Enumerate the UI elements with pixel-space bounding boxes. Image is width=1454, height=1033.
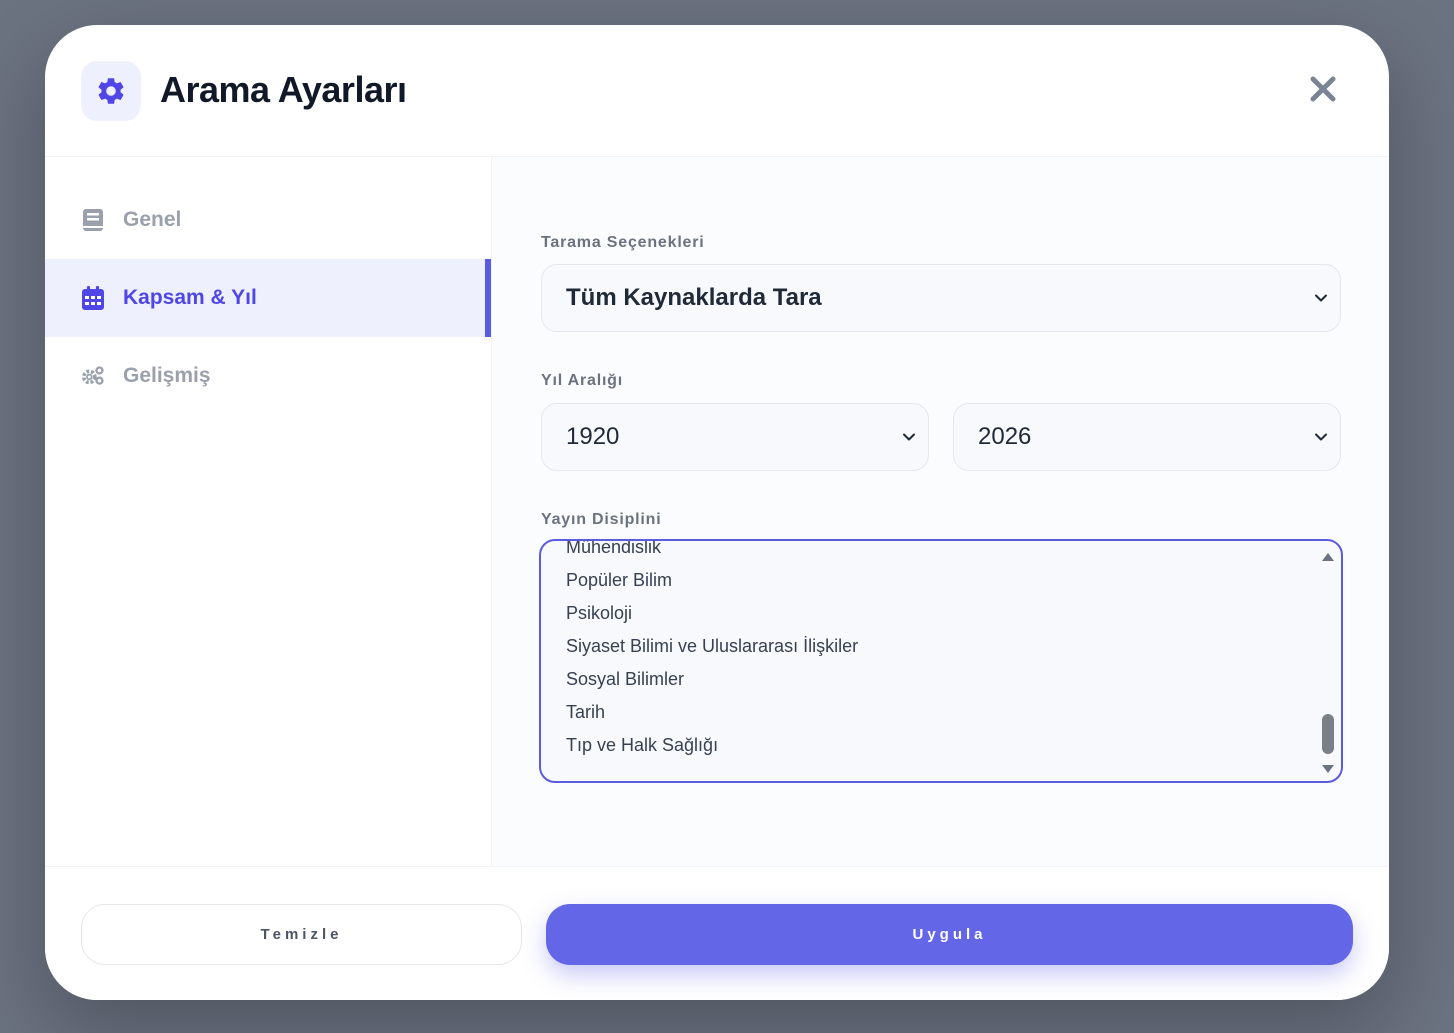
- list-item[interactable]: Sosyal Bilimler: [566, 669, 684, 690]
- clear-button[interactable]: Temizle: [81, 904, 522, 965]
- year-end-value: 2026: [978, 423, 1032, 450]
- settings-sidebar: Genel Kapsam & Yıl Gelişmiş: [45, 157, 492, 866]
- scan-options-value: Tüm Kaynaklarda Tara: [566, 284, 822, 311]
- list-item[interactable]: Popüler Bilim: [566, 570, 672, 591]
- modal-footer: Temizle Uygula: [45, 866, 1389, 1000]
- search-settings-modal: Arama Ayarları Genel Kapsam & Yıl Gelişm…: [45, 25, 1389, 1000]
- book-icon: [81, 208, 105, 232]
- close-icon: [1310, 76, 1336, 102]
- year-end-select[interactable]: 2026: [953, 403, 1341, 471]
- scroll-up-icon[interactable]: [1322, 553, 1334, 561]
- sidebar-item-genel[interactable]: Genel: [45, 181, 491, 259]
- list-item[interactable]: Tıp ve Halk Sağlığı: [566, 735, 718, 756]
- sidebar-item-label: Kapsam & Yıl: [123, 286, 257, 309]
- settings-content: Tarama Seçenekleri Tüm Kaynaklarda Tara …: [492, 157, 1389, 866]
- gear-icon: [81, 61, 141, 121]
- scrollbar-thumb[interactable]: [1322, 714, 1334, 754]
- list-item[interactable]: Mühendislik: [566, 541, 661, 558]
- apply-button[interactable]: Uygula: [546, 904, 1353, 965]
- discipline-listbox[interactable]: Mühendislik Popüler Bilim Psikoloji Siya…: [539, 539, 1343, 783]
- year-range-label: Yıl Aralığı: [541, 372, 624, 389]
- sidebar-item-label: Genel: [123, 208, 182, 231]
- sidebar-item-gelismis[interactable]: Gelişmiş: [45, 337, 491, 415]
- chevron-down-icon: [903, 433, 915, 441]
- scroll-down-icon[interactable]: [1322, 765, 1334, 773]
- calendar-icon: [81, 286, 105, 310]
- list-item[interactable]: Psikoloji: [566, 603, 632, 624]
- list-item[interactable]: Siyaset Bilimi ve Uluslararası İlişkiler: [566, 636, 858, 657]
- listbox-scrollbar[interactable]: [1321, 549, 1335, 775]
- close-button[interactable]: [1307, 73, 1339, 105]
- chevron-down-icon: [1315, 294, 1327, 302]
- chevron-down-icon: [1315, 433, 1327, 441]
- scan-options-label: Tarama Seçenekleri: [541, 234, 705, 251]
- list-item[interactable]: Tarih: [566, 702, 605, 723]
- year-start-select[interactable]: 1920: [541, 403, 929, 471]
- scan-options-select[interactable]: Tüm Kaynaklarda Tara: [541, 264, 1341, 332]
- sidebar-item-kapsam-yil[interactable]: Kapsam & Yıl: [45, 259, 491, 337]
- cogs-icon: [81, 364, 105, 388]
- year-start-value: 1920: [566, 423, 620, 450]
- discipline-label: Yayın Disiplini: [541, 511, 662, 528]
- modal-header: Arama Ayarları: [45, 25, 1389, 157]
- sidebar-item-label: Gelişmiş: [123, 364, 211, 387]
- modal-title: Arama Ayarları: [160, 69, 407, 110]
